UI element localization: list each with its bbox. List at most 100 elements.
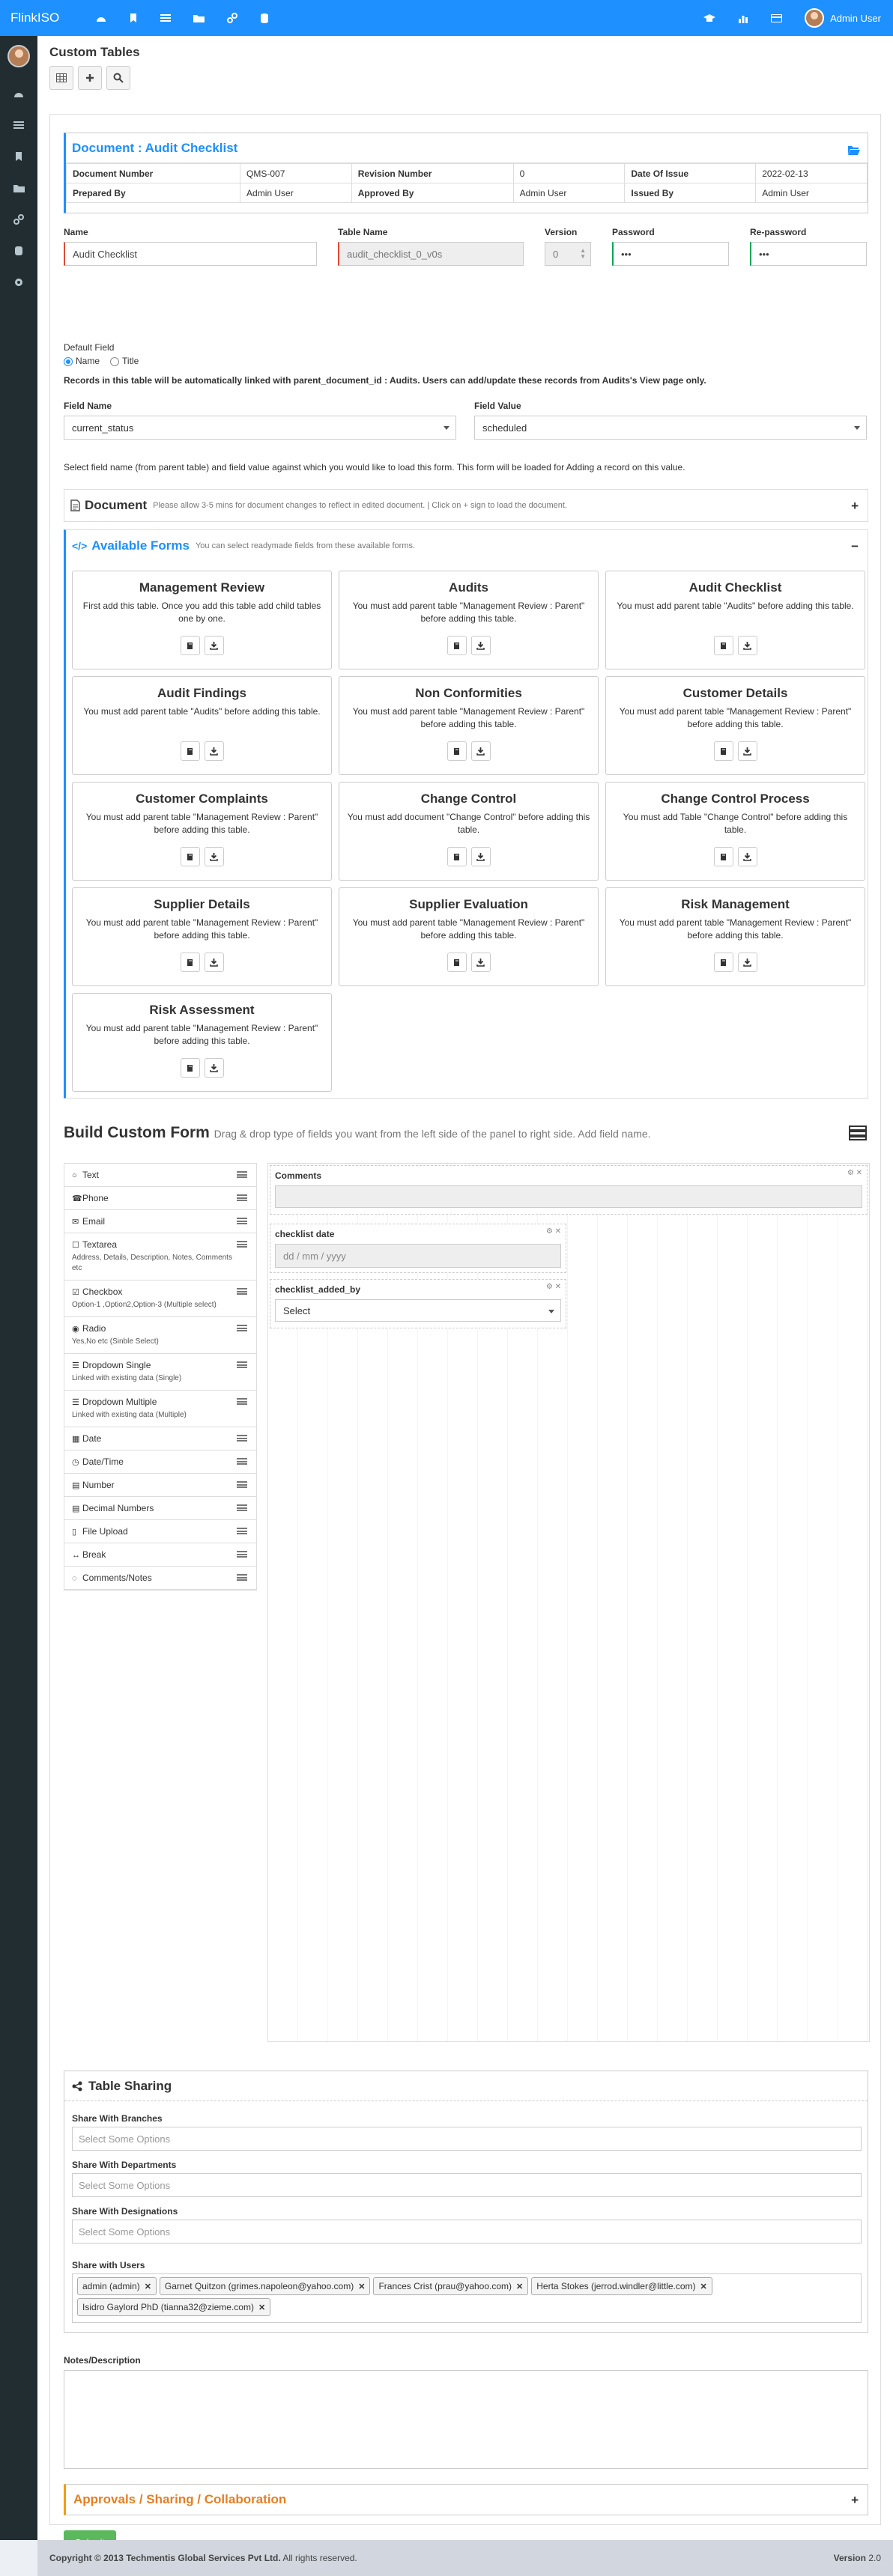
sidebar-bookmark-icon[interactable] (0, 141, 37, 172)
remove-tag-icon[interactable]: ✕ (516, 2282, 523, 2291)
book-icon[interactable] (446, 953, 467, 972)
table-view-button[interactable] (49, 66, 73, 90)
palette-item[interactable]: ☎Phone (64, 1187, 256, 1210)
palette-item[interactable]: ▯ File Upload (64, 1520, 256, 1543)
palette-item[interactable]: ☑ Checkbox Option-1 ,Option2,Option-3 (Mul… (64, 1281, 256, 1317)
book-icon[interactable] (713, 636, 733, 655)
book-icon[interactable] (446, 741, 467, 761)
palette-item[interactable]: ☰ Dropdown Single Linked with existing dat… (64, 1354, 256, 1391)
branches-select[interactable]: Select Some Options (72, 2127, 862, 2151)
drag-handle-icon[interactable] (237, 1288, 247, 1295)
repassword-input[interactable]: ••• (750, 242, 867, 266)
bookmark-icon[interactable] (129, 13, 138, 23)
expand-button[interactable]: + (851, 499, 859, 514)
book-icon[interactable] (180, 636, 200, 655)
brand-logo[interactable]: FlinkISO (0, 10, 75, 25)
palette-item[interactable]: ↔ Break (64, 1543, 256, 1567)
collapse-button[interactable]: − (851, 539, 859, 554)
drag-handle-icon[interactable] (237, 1528, 247, 1534)
book-icon[interactable] (446, 847, 467, 866)
download-icon[interactable] (470, 636, 491, 655)
book-icon[interactable] (180, 1058, 200, 1078)
added-by-select[interactable]: Select (275, 1299, 561, 1322)
checklist-date-input[interactable]: dd / mm / yyyy (275, 1244, 561, 1268)
user-menu[interactable]: Admin User (805, 8, 881, 28)
palette-item[interactable]: ◷ Date/Time (64, 1450, 256, 1474)
link-icon[interactable] (227, 13, 237, 23)
book-icon[interactable] (180, 847, 200, 866)
download-icon[interactable] (204, 953, 224, 972)
spinner-arrows-icon[interactable]: ▲ ▼ (580, 248, 586, 260)
notes-textarea[interactable] (64, 2370, 868, 2469)
sidebar-database-icon[interactable] (0, 235, 37, 267)
add-button[interactable] (78, 66, 102, 90)
field-name-select[interactable]: current_status (64, 416, 456, 440)
field-controls-icon[interactable]: ⚙ ✕ (546, 1283, 561, 1291)
comments-textarea[interactable] (275, 1185, 862, 1208)
form-canvas[interactable]: Comments ⚙ ✕ checklist date ⚙ ✕ dd / mm … (267, 1163, 870, 2042)
document-box-header[interactable]: Document Please allow 3-5 mins for docum… (64, 490, 868, 521)
version-input[interactable]: 0 ▲ ▼ (545, 242, 591, 266)
field-controls-icon[interactable]: ⚙ ✕ (546, 1227, 561, 1236)
name-input[interactable]: Audit Checklist (64, 242, 317, 266)
palette-item[interactable]: ◌ Comments/Notes (64, 1567, 256, 1590)
list-icon[interactable] (160, 13, 171, 23)
remove-tag-icon[interactable]: ✕ (700, 2282, 707, 2291)
book-icon[interactable] (446, 636, 467, 655)
drag-handle-icon[interactable] (237, 1504, 247, 1511)
download-icon[interactable] (737, 847, 757, 866)
drag-handle-icon[interactable] (237, 1361, 247, 1368)
departments-select[interactable]: Select Some Options (72, 2173, 862, 2197)
drag-handle-icon[interactable] (237, 1218, 247, 1224)
download-icon[interactable] (737, 741, 757, 761)
sidebar-link-icon[interactable] (0, 204, 37, 235)
drag-handle-icon[interactable] (237, 1435, 247, 1442)
drag-handle-icon[interactable] (237, 1458, 247, 1465)
drag-handle-icon[interactable] (237, 1398, 247, 1405)
download-icon[interactable] (737, 953, 757, 972)
dashboard-icon[interactable] (96, 13, 106, 23)
folder-open-icon[interactable] (848, 142, 860, 157)
drag-handle-icon[interactable] (237, 1574, 247, 1581)
download-icon[interactable] (204, 1058, 224, 1078)
remove-tag-icon[interactable]: ✕ (145, 2282, 151, 2291)
bar-chart-icon[interactable] (738, 13, 748, 23)
field-value-select[interactable]: scheduled (474, 416, 867, 440)
drag-handle-icon[interactable] (237, 1171, 247, 1178)
drag-handle-icon[interactable] (237, 1241, 247, 1248)
table-name-input[interactable]: audit_checklist_0_v0s (338, 242, 524, 266)
server-icon[interactable] (849, 1126, 867, 1140)
palette-item[interactable]: ▦ Date (64, 1427, 256, 1450)
sidebar-dashboard-icon[interactable] (0, 78, 37, 109)
database-icon[interactable] (260, 13, 269, 23)
sidebar-folder-icon[interactable] (0, 172, 37, 204)
radio-name[interactable]: Name (64, 356, 100, 366)
search-button[interactable] (106, 66, 130, 90)
folder-icon[interactable] (193, 13, 205, 23)
graduation-cap-icon[interactable] (703, 13, 716, 23)
users-multiselect[interactable]: admin (admin) ✕ Garnet Quitzon (grimes.nap… (72, 2273, 862, 2323)
book-icon[interactable] (713, 847, 733, 866)
approvals-box[interactable]: Approvals / Sharing / Collaboration + (64, 2484, 868, 2515)
remove-tag-icon[interactable]: ✕ (258, 2303, 265, 2312)
palette-item[interactable]: ○ Text (64, 1164, 256, 1187)
book-icon[interactable] (713, 741, 733, 761)
download-icon[interactable] (470, 741, 491, 761)
book-icon[interactable] (180, 953, 200, 972)
canvas-field-comments[interactable]: Comments ⚙ ✕ (270, 1165, 868, 1215)
palette-item[interactable]: ◉ Radio Yes,No etc (Sinble Select) (64, 1317, 256, 1354)
palette-item[interactable]: ▤ Number (64, 1474, 256, 1497)
field-controls-icon[interactable]: ⚙ ✕ (847, 1169, 862, 1177)
palette-item[interactable]: ▤ Decimal Numbers (64, 1497, 256, 1520)
drag-handle-icon[interactable] (237, 1325, 247, 1331)
download-icon[interactable] (470, 953, 491, 972)
download-icon[interactable] (204, 847, 224, 866)
download-icon[interactable] (470, 847, 491, 866)
download-icon[interactable] (204, 636, 224, 655)
canvas-field-added-by[interactable]: checklist_added_by ⚙ ✕ Select (270, 1279, 566, 1328)
password-input[interactable]: ••• (612, 242, 729, 266)
drag-handle-icon[interactable] (237, 1194, 247, 1201)
drag-handle-icon[interactable] (237, 1551, 247, 1558)
sidebar-list-icon[interactable] (0, 109, 37, 141)
credit-card-icon[interactable] (771, 13, 783, 23)
